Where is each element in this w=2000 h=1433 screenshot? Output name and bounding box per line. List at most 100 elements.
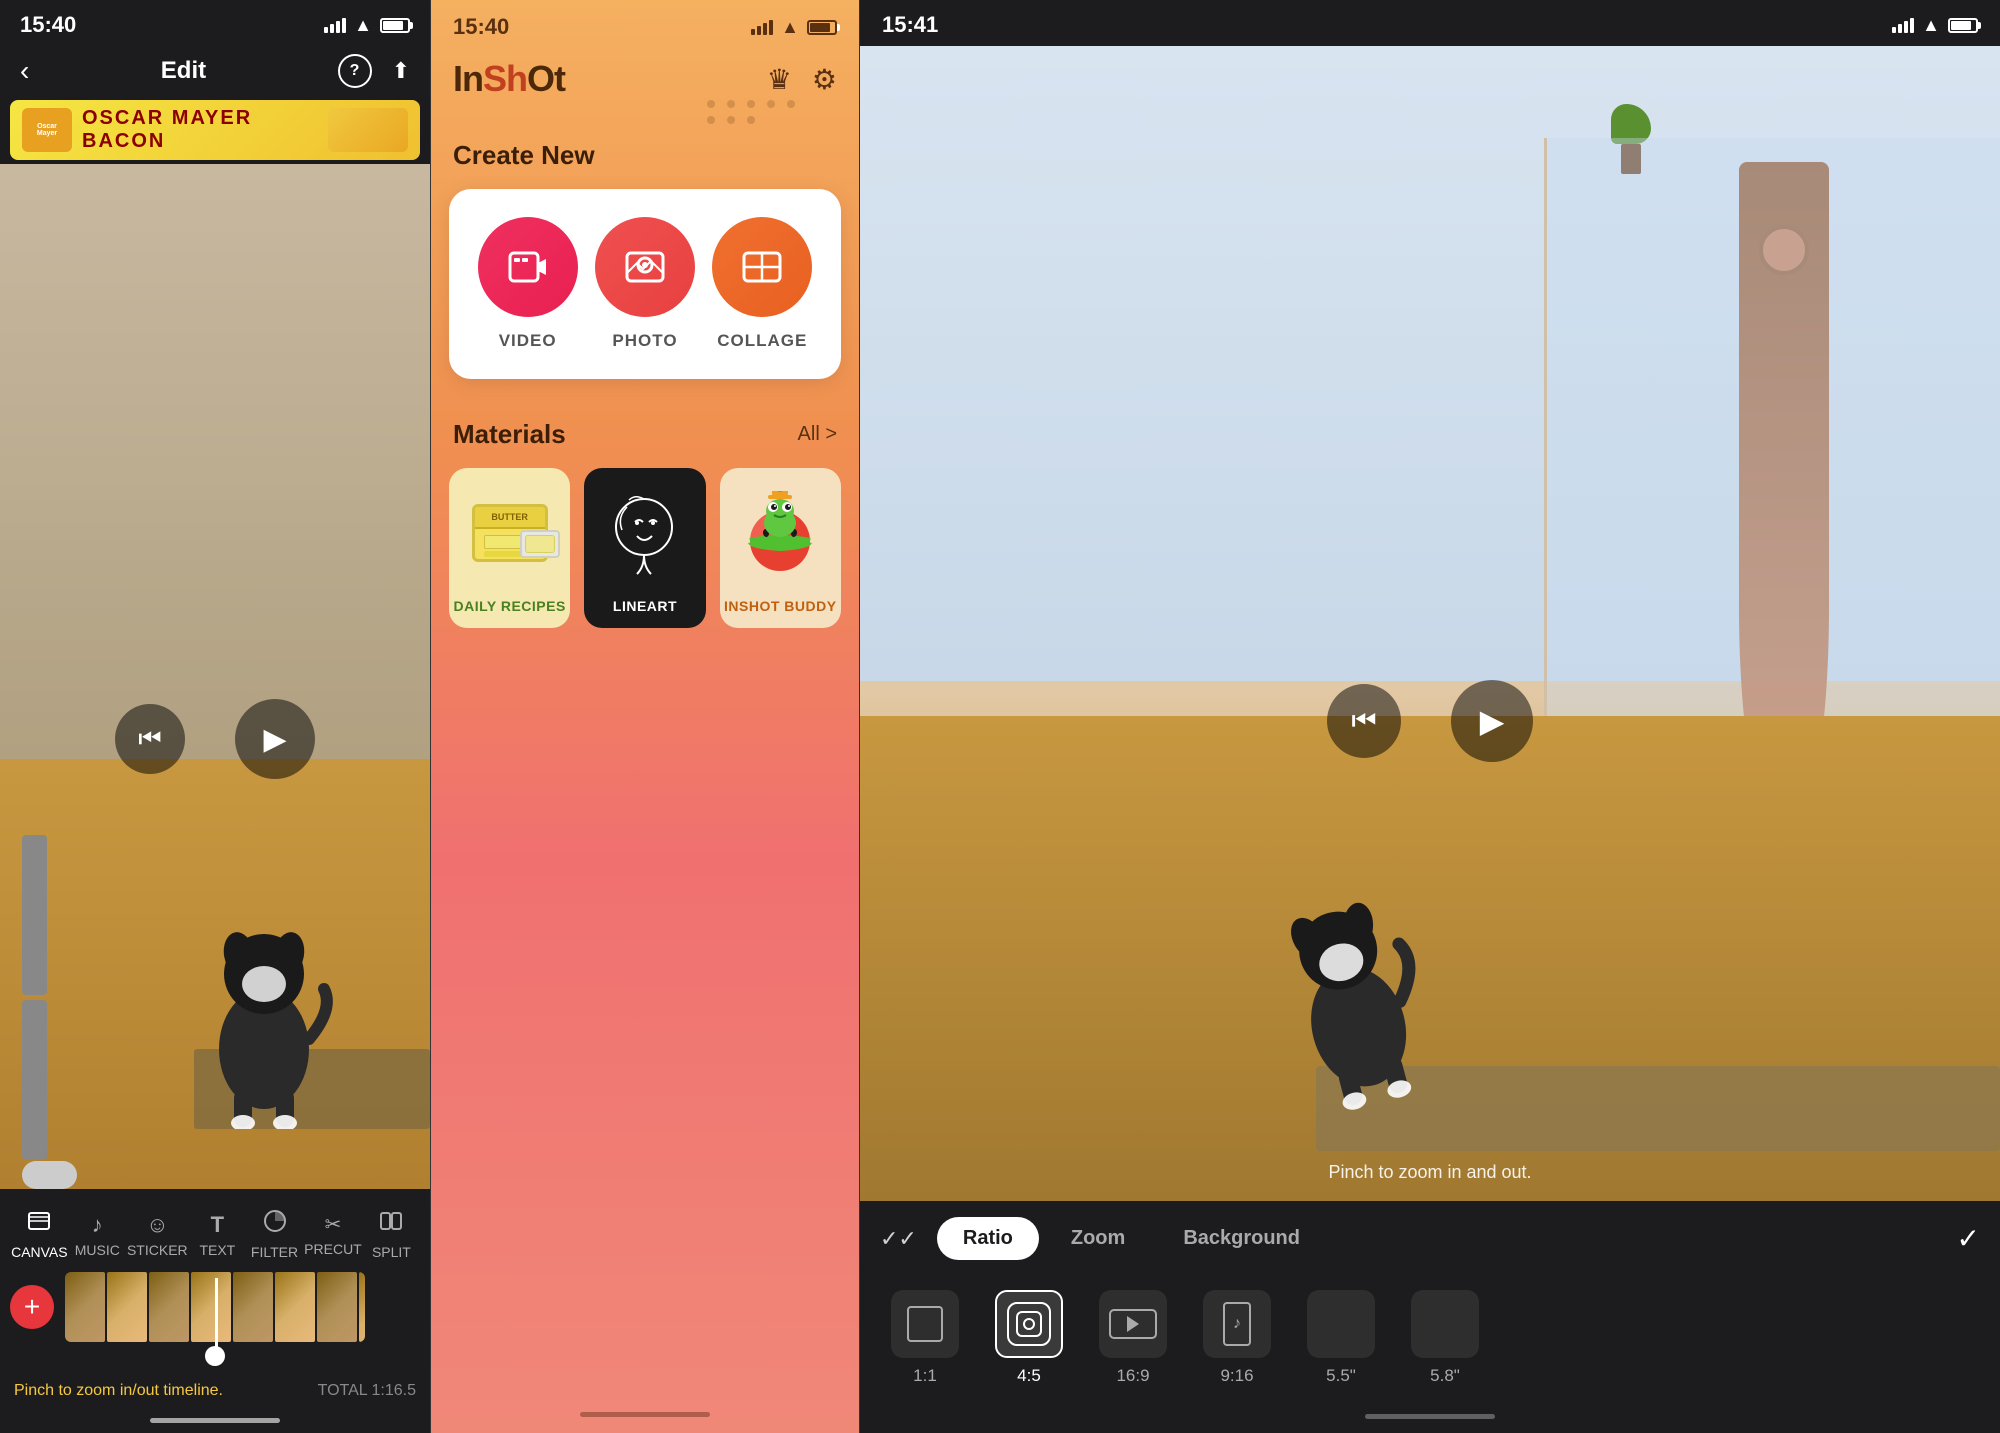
split-icon [379,1209,403,1240]
materials-header: Materials All > [449,419,841,450]
ratio-5-5[interactable]: 5.5" [1296,1290,1386,1386]
tool-split[interactable]: SPLIT [364,1209,419,1260]
play-controls-p1: ⏮ ▶ [115,699,315,779]
materials-grid: BUTTER DAILY RECIPES [449,468,841,628]
ratio-1-1[interactable]: 1:1 [880,1290,970,1386]
music-label: MUSIC [75,1242,120,1258]
ratio-5-5-icon [1309,1292,1373,1356]
material-buddy[interactable]: INSHOT BUDDY [720,468,841,628]
page-title-p1: Edit [161,57,206,85]
add-media-button[interactable]: + [10,1285,54,1329]
create-photo-item[interactable]: PHOTO [595,217,695,351]
split-label: SPLIT [372,1244,411,1260]
decoration [707,100,799,124]
wifi-icon: ▲ [354,15,372,36]
signal-icon-p2 [751,20,773,35]
settings-button[interactable]: ⚙ [812,63,837,96]
photo-label: PHOTO [612,331,677,351]
back-check-button[interactable]: ✓✓ [880,1226,917,1252]
buddy-icon [720,478,841,588]
battery-icon-p2 [807,20,837,35]
help-button[interactable]: ? [338,54,372,88]
ad-product-image [328,108,408,152]
play-button-p3[interactable]: ▶ [1451,680,1533,762]
confirm-button[interactable]: ✓ [1957,1222,1980,1255]
rewind-button-p1[interactable]: ⏮ [115,704,185,774]
status-bar-p2: 15:40 ▲ [431,0,859,48]
material-recipes[interactable]: BUTTER DAILY RECIPES [449,468,570,628]
collage-circle [712,217,812,317]
ad-banner[interactable]: Oscar Mayer OSCAR MAYER BACON [10,100,420,160]
human-legs [22,835,82,1189]
music-icon: ♪ [92,1212,103,1238]
edit-panel: 15:40 ▲ ‹ Edit ? ⬆ Oscar Mayer OSCAR MAY… [0,0,430,1433]
tab-background[interactable]: Background [1157,1217,1326,1260]
video-view-p3: Pinch to zoom in and out. ⏮ ▶ [860,46,2000,1201]
play-button-p1[interactable]: ▶ [235,699,315,779]
ratio-1-1-icon [907,1306,943,1342]
logo-ot: Ot [527,58,565,99]
create-video-item[interactable]: VIDEO [478,217,578,351]
ratio-1-1-box [891,1290,959,1358]
tool-music[interactable]: ♪ MUSIC [70,1212,125,1258]
photo-circle [595,217,695,317]
tool-text[interactable]: T TEXT [190,1212,245,1258]
inshot-home-panel: 15:40 ▲ InShOt ♛ ⚙ [430,0,860,1433]
create-collage-item[interactable]: COLLAGE [712,217,812,351]
create-new-section: Create New VIDEO PHOTO COLLAGE [449,140,841,379]
wall [0,164,430,779]
share-button[interactable]: ⬆ [392,58,410,84]
signal-icon [324,18,346,33]
recipes-label: DAILY RECIPES [454,598,566,614]
ratio-9-16-icon: ♪ [1205,1292,1269,1356]
tool-canvas[interactable]: CANVAS [11,1209,68,1260]
home-indicator-p3 [1365,1414,1495,1419]
tool-filter[interactable]: FILTER [247,1209,302,1260]
status-bar-p1: 15:40 ▲ [0,0,430,46]
materials-section: Materials All > BUTTER [449,419,841,628]
ratio-16-9[interactable]: 16:9 [1088,1290,1178,1386]
timeline-area: + [0,1266,430,1376]
ratio-9-16[interactable]: ♪ 9:16 [1192,1290,1282,1386]
nav-bar-p1: ‹ Edit ? ⬆ [0,46,430,100]
video-preview-p1: ⏮ ▶ [0,164,430,1189]
wifi-icon-p2: ▲ [781,17,799,38]
tab-ratio[interactable]: Ratio [937,1217,1039,1260]
timeline-thumb [275,1272,315,1342]
logo-in: In [453,58,483,99]
battery-icon [380,18,410,33]
timeline-thumb [149,1272,189,1342]
timeline-hint-text: Pinch to zoom in/out timeline. [14,1382,223,1400]
rewind-button-p3[interactable]: ⏮ [1327,684,1401,758]
zoom-hint: Pinch to zoom in and out. [860,1162,2000,1183]
timeline-thumb [191,1272,231,1342]
ratio-options: 1:1 4:5 16:9 [860,1276,2000,1406]
tool-sticker[interactable]: ☺ STICKER [127,1212,188,1258]
timeline-thumb [107,1272,147,1342]
timeline-thumb [65,1272,105,1342]
material-lineart[interactable]: LINEART [584,468,705,628]
all-materials-link[interactable]: All > [798,423,837,446]
dog-p3 [1259,861,1439,1121]
wifi-icon-p3: ▲ [1922,15,1940,36]
ratio-5-8-icon [1413,1292,1477,1356]
ratio-5-8[interactable]: 5.8" [1400,1290,1490,1386]
video-bg [0,164,430,1189]
ratio-4-5[interactable]: 4:5 [984,1290,1074,1386]
dog-scene-p3 [860,46,2000,1201]
timeline-hint-bar: Pinch to zoom in/out timeline. TOTAL 1:1… [0,1376,430,1404]
bottom-bar-p1: CANVAS ♪ MUSIC ☺ STICKER T TEXT FILTER [0,1193,430,1410]
sticker-icon: ☺ [146,1212,168,1238]
nav-actions: ? ⬆ [338,54,410,88]
home-indicator-p2 [580,1412,710,1417]
filter-label: FILTER [251,1244,298,1260]
back-button[interactable]: ‹ [20,55,29,87]
video-label: VIDEO [499,331,557,351]
precut-label: PRECUT [304,1241,362,1257]
scrubber-dot [205,1346,225,1366]
tab-zoom[interactable]: Zoom [1045,1217,1151,1260]
time-p2: 15:40 [453,14,509,40]
crown-button[interactable]: ♛ [767,63,792,96]
tool-precut[interactable]: ✂ PRECUT [304,1212,362,1257]
text-label: TEXT [199,1242,235,1258]
